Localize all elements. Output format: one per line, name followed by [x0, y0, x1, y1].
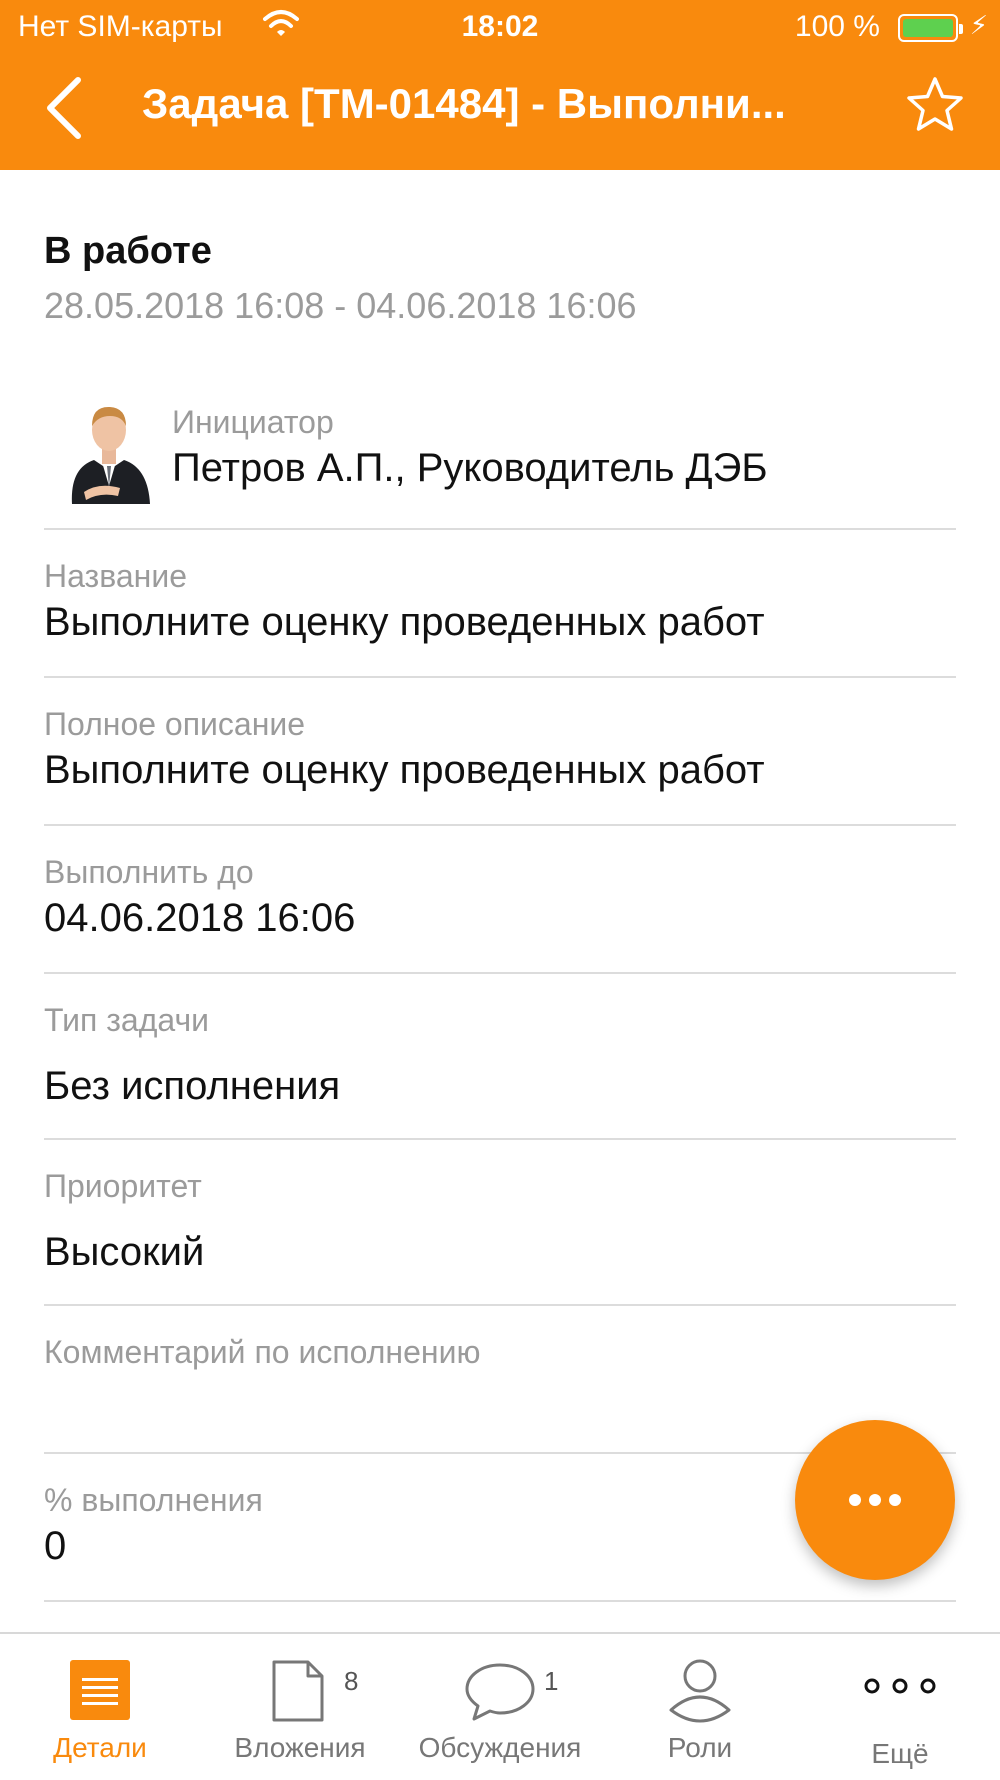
field-task-type: Тип задачи Без исполнения — [44, 972, 956, 1140]
field-percent-label: % выполнения — [44, 1482, 263, 1518]
tab-discussions[interactable]: 1 Обсуждения — [400, 1634, 600, 1780]
field-description-label: Полное описание — [44, 706, 306, 742]
tab-attachments-label: Вложения — [234, 1732, 366, 1763]
field-deadline-value: 04.06.2018 16:06 — [44, 896, 356, 940]
page-title: Задача [ТМ-01484] - Выполни... — [142, 80, 786, 127]
app-header: Нет SIM-карты 18:02 100 % ⚡ Задача [ТМ-0… — [0, 0, 1000, 170]
field-task-type-label: Тип задачи — [44, 1002, 210, 1038]
more-icon — [864, 1678, 936, 1694]
initiator-row[interactable]: Инициатор Петров А.П., Руководитель ДЭБ — [44, 396, 956, 530]
field-priority: Приоритет Высокий — [44, 1138, 956, 1306]
field-task-type-value: Без исполнения — [44, 1064, 341, 1108]
star-icon[interactable] — [904, 74, 966, 136]
tab-attachments[interactable]: 8 Вложения — [200, 1634, 400, 1780]
state-title: В работе — [44, 230, 212, 272]
initiator-label: Инициатор — [172, 404, 334, 440]
status-bar: Нет SIM-карты 18:02 100 % ⚡ — [0, 0, 1000, 56]
avatar — [71, 406, 150, 504]
more-dots-icon — [849, 1494, 901, 1506]
field-percent-value: 0 — [44, 1524, 67, 1568]
battery-percent: 100 % — [794, 10, 880, 43]
field-priority-label: Приоритет — [44, 1168, 202, 1204]
tab-details-label: Детали — [53, 1732, 147, 1763]
field-comment-label: Комментарий по исполнению — [44, 1334, 481, 1370]
initiator-value: Петров А.П., Руководитель ДЭБ — [172, 446, 768, 490]
task-state: В работе 28.05.2018 16:08 - 04.06.2018 1… — [44, 230, 637, 327]
field-priority-value: Высокий — [44, 1230, 205, 1274]
more-actions-button[interactable] — [795, 1420, 955, 1580]
tab-bar: Детали 8 Вложения 1 Обсуждения Роли Ещё — [0, 1632, 1000, 1780]
document-icon — [272, 1660, 324, 1722]
field-name-label: Название — [44, 558, 187, 594]
tab-more-label: Ещё — [871, 1738, 929, 1769]
field-name-value: Выполните оценку проведенных работ — [44, 600, 765, 644]
tab-details[interactable]: Детали — [0, 1634, 200, 1780]
battery-icon — [898, 14, 963, 42]
speech-bubble-icon — [465, 1663, 535, 1721]
field-deadline: Выполнить до 04.06.2018 16:06 — [44, 824, 956, 974]
discussions-count-badge: 1 — [544, 1666, 559, 1696]
details-icon — [70, 1660, 130, 1720]
tab-more[interactable]: Ещё — [800, 1634, 1000, 1780]
tab-discussions-label: Обсуждения — [418, 1732, 582, 1763]
field-description: Полное описание Выполните оценку проведе… — [44, 676, 956, 826]
charging-icon: ⚡ — [969, 10, 988, 40]
attachments-count-badge: 8 — [344, 1666, 359, 1696]
back-icon[interactable] — [38, 70, 98, 140]
field-description-value: Выполните оценку проведенных работ — [44, 748, 765, 792]
state-dates: 28.05.2018 16:08 - 04.06.2018 16:06 — [44, 285, 637, 326]
field-name: Название Выполните оценку проведенных ра… — [44, 528, 956, 678]
tab-roles-label: Роли — [667, 1732, 733, 1763]
tab-roles[interactable]: Роли — [600, 1634, 800, 1780]
field-deadline-label: Выполнить до — [44, 854, 254, 890]
person-icon — [669, 1659, 731, 1723]
